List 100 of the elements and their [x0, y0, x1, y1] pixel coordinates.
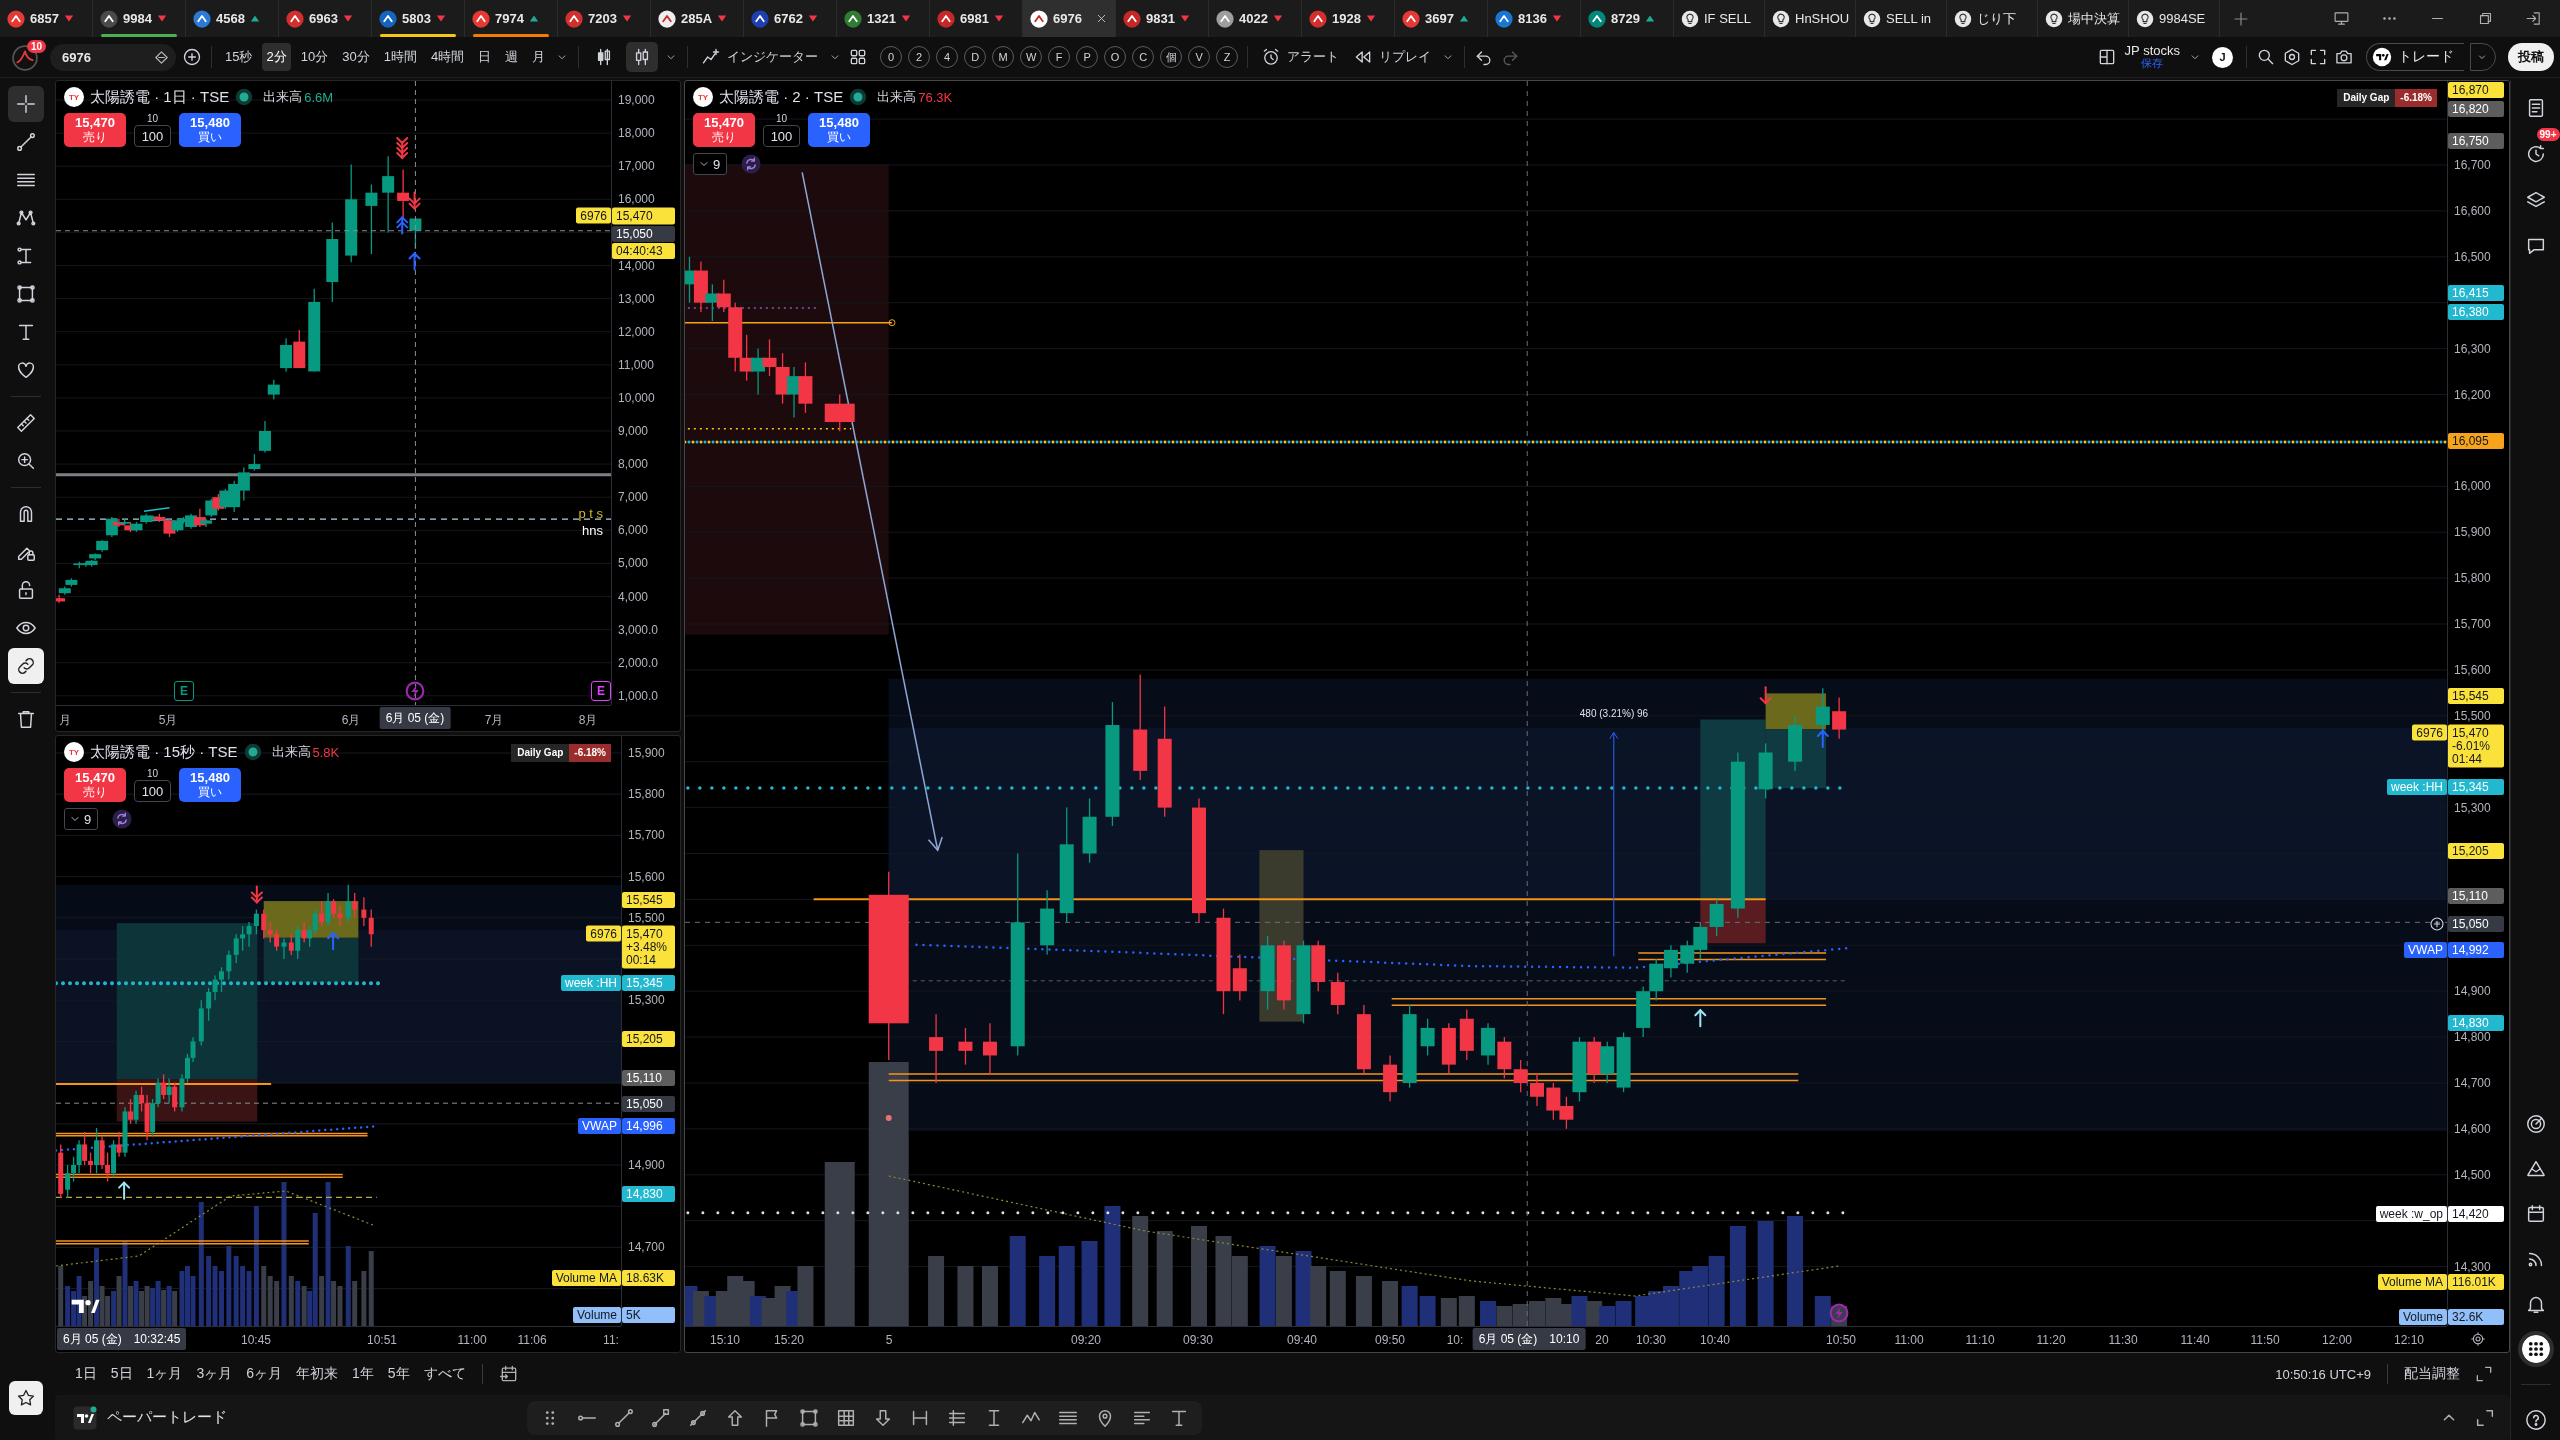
- time-tick: 10:30: [1636, 1333, 1666, 1347]
- range-button[interactable]: 5年: [381, 1361, 416, 1387]
- time-tick: 12:10: [2394, 1333, 2424, 1347]
- ray-icon[interactable]: [650, 1406, 672, 1429]
- trend-line-icon[interactable]: [613, 1406, 635, 1429]
- interval-button[interactable]: 2分: [262, 43, 291, 71]
- price-tick: 15,300: [628, 994, 665, 1007]
- adjustment-button[interactable]: 配当調整: [2398, 1361, 2466, 1387]
- price-tick: 16,000: [618, 193, 655, 206]
- time-tick: 5: [885, 1333, 893, 1347]
- time-tick: 09:40: [1287, 1333, 1317, 1347]
- settings-icon[interactable]: [2282, 47, 2302, 67]
- interval-button[interactable]: 4時間: [426, 43, 469, 71]
- logo-icon: [1588, 9, 1606, 28]
- link-icon[interactable]: [8, 648, 44, 684]
- price-label: 14,420: [2448, 1206, 2504, 1222]
- price-label: 16,095: [2448, 433, 2504, 449]
- price-tick: 19,000: [618, 94, 655, 106]
- time-tick: 11:00: [1894, 1333, 1924, 1347]
- price-tick: 5,000: [618, 557, 649, 570]
- maximize-icon[interactable]: [2474, 1364, 2494, 1384]
- time-tick: 11:30: [2108, 1333, 2138, 1347]
- price-tick: 14,700: [2454, 1077, 2491, 1089]
- restore-icon[interactable]: [2477, 10, 2494, 27]
- logo-icon[interactable]: [73, 1405, 97, 1430]
- range-button[interactable]: 1日: [69, 1361, 103, 1387]
- user-avatar-button[interactable]: J: [2212, 46, 2233, 68]
- logo-icon: [193, 9, 211, 28]
- time-tick: 09:50: [1375, 1333, 1405, 1347]
- publish-button[interactable]: 投稿: [2508, 43, 2554, 71]
- price-label: 5K: [622, 1307, 675, 1323]
- price-change-value: -6.01%: [2452, 739, 2492, 753]
- time-tick: 10:45: [241, 1333, 271, 1347]
- plus-circle-icon[interactable]: [182, 47, 202, 67]
- interval-button[interactable]: 日: [474, 43, 496, 71]
- rectangle-icon[interactable]: [798, 1406, 820, 1429]
- price-tick: 14,600: [2454, 1122, 2491, 1135]
- range-button[interactable]: すべて: [417, 1361, 472, 1387]
- timezone-button[interactable]: 10:50:16 UTC+9: [2269, 1362, 2377, 1386]
- price-label: 15,545: [622, 892, 675, 908]
- price-tick: 16,600: [2454, 204, 2491, 217]
- price-tick: 15,500: [628, 911, 665, 924]
- logo-icon: [844, 9, 862, 28]
- layout-button[interactable]: JP stocks 保存: [2122, 44, 2182, 70]
- indicators-button[interactable]: インジケーター: [697, 47, 823, 67]
- time-tick: 月: [59, 712, 71, 729]
- last-price-value: 15,470: [626, 927, 664, 941]
- price-tick: 14,900: [2454, 985, 2491, 998]
- lightbulb-icon: [1681, 9, 1699, 28]
- price-label: 15,545: [2448, 688, 2504, 704]
- price-tick: 11,000: [618, 358, 654, 371]
- range-button[interactable]: 1年: [346, 1361, 380, 1387]
- crosshair-date: 6月 05 (金): [1478, 1330, 1538, 1348]
- logo-icon: [1030, 9, 1048, 28]
- search-icon[interactable]: [2256, 47, 2276, 67]
- lightbulb-icon: [1954, 9, 1972, 28]
- price-tick: 14,800: [2454, 1031, 2491, 1044]
- dots-grid-icon[interactable]: [2517, 1331, 2554, 1367]
- interval-button[interactable]: 10分: [296, 43, 333, 71]
- price-label: 116.01K: [2448, 1274, 2504, 1290]
- logo-icon: [658, 9, 676, 28]
- settings-icon[interactable]: [2470, 1331, 2486, 1347]
- crosshair-icon[interactable]: [8, 86, 44, 122]
- diamond-icon[interactable]: [153, 48, 170, 66]
- logo-icon: [379, 9, 397, 28]
- interval-button[interactable]: 1時間: [379, 43, 421, 71]
- range-button[interactable]: 年初来: [290, 1361, 344, 1387]
- price-tick: 16,200: [2454, 388, 2491, 401]
- price-tick: 15,900: [628, 747, 665, 759]
- range-button[interactable]: 6ヶ月: [240, 1361, 288, 1387]
- price-change-value: +3.48%: [626, 940, 669, 954]
- crosshair-price-label: 15,050: [622, 1096, 675, 1112]
- exit-icon[interactable]: [2525, 10, 2542, 27]
- symbol-search-field[interactable]: 6976: [50, 43, 176, 71]
- price-label: 16,415: [2448, 285, 2504, 301]
- chart-tab[interactable]: 6976: [1023, 0, 1116, 37]
- price-tick: 8,000: [618, 458, 649, 471]
- replay-button[interactable]: リプレイ: [1349, 47, 1436, 67]
- crosshair-date: 6月 05 (金): [63, 1330, 122, 1348]
- hollow-candlestick-icon[interactable]: [626, 42, 659, 72]
- interval-button[interactable]: 月: [528, 43, 550, 71]
- price-tick: 4,000: [618, 590, 649, 603]
- panel-title[interactable]: ペーパートレード: [107, 1408, 227, 1427]
- price-tick: 15,800: [2454, 572, 2491, 585]
- close-icon[interactable]: [1095, 12, 1108, 25]
- fullscreen-icon[interactable]: [2308, 47, 2328, 67]
- price-tick: 15,800: [628, 788, 665, 801]
- interval-button[interactable]: 30分: [338, 43, 374, 71]
- notification-badge: 10: [26, 40, 46, 53]
- range-button[interactable]: 1ヶ月: [140, 1361, 189, 1387]
- range-button[interactable]: 3ヶ月: [190, 1361, 239, 1387]
- alert-button[interactable]: アラート: [1257, 47, 1344, 67]
- lightbulb-icon: [2045, 9, 2063, 28]
- price-tick: 7,000: [618, 491, 649, 504]
- monitor-icon[interactable]: [2333, 10, 2350, 27]
- interval-button[interactable]: 週: [501, 43, 523, 71]
- price-tick: 14,500: [2454, 1168, 2491, 1181]
- range-button[interactable]: 5日: [104, 1361, 139, 1387]
- interval-button[interactable]: 15秒: [221, 43, 257, 71]
- price-label: 15,205: [622, 1031, 675, 1047]
